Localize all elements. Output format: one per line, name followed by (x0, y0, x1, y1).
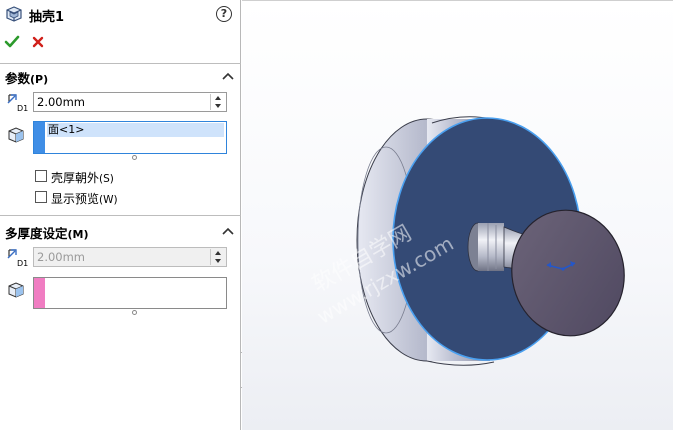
svg-text:D1: D1 (17, 104, 28, 112)
multi-thickness-icon: D1 (7, 249, 28, 267)
spin-down-icon (215, 259, 221, 263)
list-item[interactable]: 面<1> (47, 123, 224, 137)
shell-outward-checkbox[interactable] (35, 170, 47, 182)
spin-down-icon[interactable] (211, 102, 225, 110)
multi-thickness-title: 多厚度设定(M) (5, 226, 89, 241)
thickness-icon: D1 (7, 94, 28, 112)
help-icon[interactable]: ? (216, 6, 232, 22)
separator (0, 63, 241, 64)
parameters-group-header[interactable]: 参数(P) (0, 66, 241, 86)
graphics-area[interactable]: 软件自学网 www.rjzxw.com (242, 0, 673, 430)
svg-text:D1: D1 (17, 259, 28, 267)
multi-thickness-group-header[interactable]: 多厚度设定(M) (0, 221, 241, 241)
face-selection-icon (8, 127, 24, 143)
multi-thickness-input: 2.00mm (33, 247, 227, 267)
show-preview-checkbox[interactable] (35, 191, 47, 203)
multi-face-selection-icon (8, 282, 24, 298)
shell-outward-label: 壳厚朝外(S) (51, 171, 114, 185)
selection-color-swatch (34, 122, 45, 153)
multi-thickness-value: 2.00mm (37, 250, 86, 264)
chevron-up-icon[interactable] (222, 71, 234, 81)
property-manager: 抽壳1 ? 参数(P) D1 2.00mm 面<1> 壳厚朝外(S) 显示预览(… (0, 0, 241, 430)
separator (0, 215, 241, 216)
faces-to-remove-list[interactable]: 面<1> (33, 121, 227, 154)
thickness-spinner[interactable] (210, 94, 225, 110)
multi-thickness-spinner (210, 249, 225, 265)
chevron-up-icon[interactable] (222, 226, 234, 236)
selection-color-swatch (34, 278, 45, 308)
resize-grip[interactable] (132, 310, 137, 315)
ok-button[interactable] (4, 34, 20, 50)
feature-title: 抽壳1 (29, 10, 65, 25)
thickness-input[interactable]: 2.00mm (33, 92, 227, 112)
cancel-button[interactable] (30, 34, 46, 50)
model-view[interactable]: 软件自学网 www.rjzxw.com (242, 1, 673, 430)
show-preview-label: 显示预览(W) (51, 192, 118, 206)
title-row: 抽壳1 ? (0, 0, 241, 28)
thickness-value[interactable]: 2.00mm (37, 95, 85, 109)
spin-up-icon[interactable] (211, 94, 225, 102)
spin-up-icon (215, 251, 221, 255)
shell-feature-icon (6, 6, 22, 22)
resize-grip[interactable] (132, 155, 137, 160)
parameters-title: 参数(P) (5, 71, 49, 86)
multi-thickness-faces-list[interactable] (33, 277, 227, 309)
